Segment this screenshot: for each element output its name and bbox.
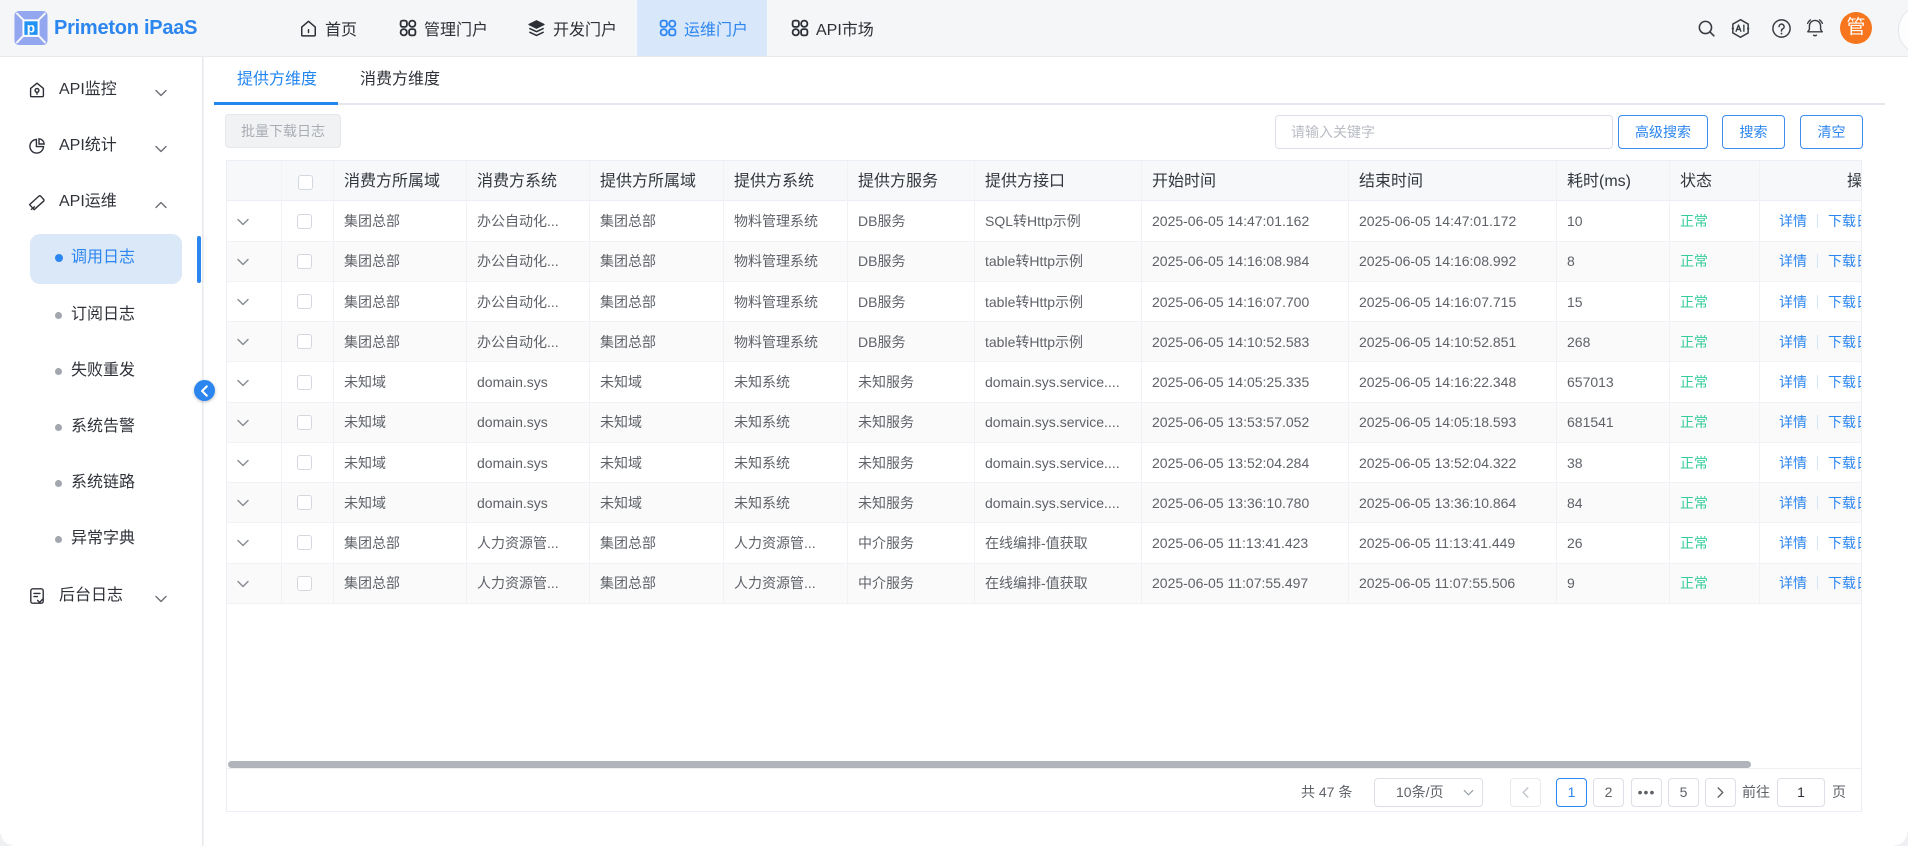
svg-text:p: p [27, 21, 35, 36]
